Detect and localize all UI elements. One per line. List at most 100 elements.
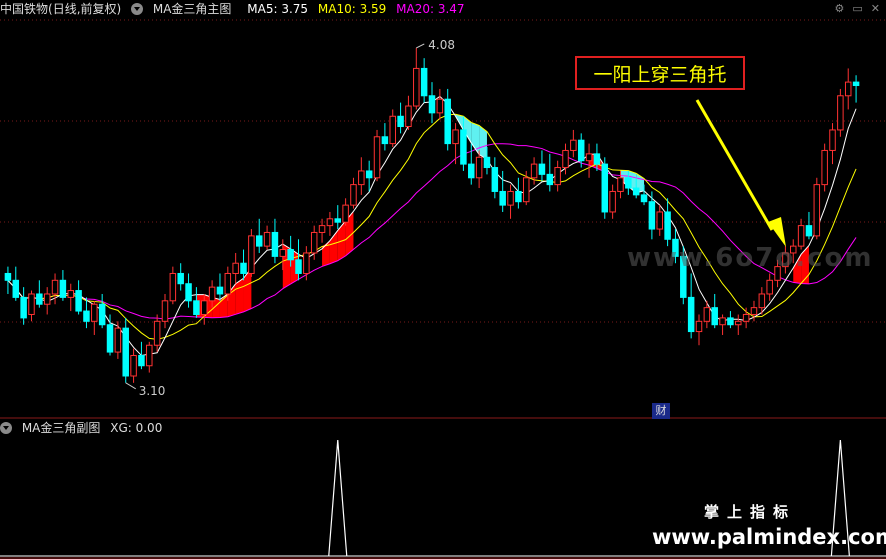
bull-triangle-fill xyxy=(235,278,244,315)
high-price-label: 4.08 xyxy=(428,38,455,52)
candle-body xyxy=(711,307,718,326)
candle-body xyxy=(742,313,750,322)
candle-body xyxy=(240,262,247,274)
candle-body xyxy=(67,290,75,298)
candle-body xyxy=(326,218,334,227)
candle-body xyxy=(232,262,239,274)
candle-body xyxy=(640,194,648,203)
restore-icon[interactable]: ▭ xyxy=(852,2,862,15)
candle-body xyxy=(515,190,522,203)
candle-body xyxy=(593,153,601,165)
candle-body xyxy=(98,303,106,326)
candle-body xyxy=(342,204,349,223)
candle-body xyxy=(169,272,177,302)
candle-body xyxy=(727,317,734,326)
high-marker xyxy=(416,43,425,49)
candle-body xyxy=(193,300,200,315)
candle-body xyxy=(444,98,451,145)
candle-body xyxy=(805,225,813,237)
candle-body xyxy=(138,354,145,367)
candle-body xyxy=(201,300,208,315)
candle-body xyxy=(695,320,703,333)
candle-body xyxy=(153,320,161,346)
candle-body xyxy=(373,136,381,179)
candle-body xyxy=(577,139,585,162)
annotation-box: 一阳上穿三角托 xyxy=(575,56,745,90)
candle-body xyxy=(491,167,499,192)
ma20-line xyxy=(7,143,857,320)
candle-body xyxy=(122,327,129,377)
candle-body xyxy=(570,139,577,151)
candle-body xyxy=(656,211,663,230)
arrow-shaft xyxy=(695,99,774,231)
candle-body xyxy=(530,163,538,179)
candle-body xyxy=(719,317,726,326)
ma5-line xyxy=(7,95,857,357)
candle-body xyxy=(499,190,506,206)
candle-body xyxy=(177,272,184,285)
candle-body xyxy=(420,67,428,97)
sub-indicator-name[interactable]: MA金三角副图 xyxy=(22,421,101,435)
period-label: (日线,前复权) xyxy=(48,2,122,16)
candle-body xyxy=(12,279,20,298)
candle-body xyxy=(648,201,656,230)
candle-body xyxy=(632,187,640,196)
candle-body xyxy=(413,67,420,107)
candle-body xyxy=(185,283,192,302)
candle-body xyxy=(28,293,35,315)
candle-body xyxy=(114,327,122,353)
candle-body xyxy=(452,129,459,145)
candle-body xyxy=(263,231,271,247)
low-marker xyxy=(125,382,136,390)
candle-body xyxy=(554,167,561,186)
candle-body xyxy=(538,163,546,175)
candle-body xyxy=(4,272,12,281)
finance-marker[interactable]: 财 xyxy=(652,403,670,419)
candle-body xyxy=(365,170,373,179)
candle-body xyxy=(664,211,671,240)
candle-body xyxy=(51,279,59,295)
ma5-value: MA5: 3.75 xyxy=(247,2,309,16)
candle-body xyxy=(381,136,389,145)
candle-body xyxy=(43,293,51,305)
candle-body xyxy=(405,105,412,128)
candle-body xyxy=(625,177,632,189)
candle-body xyxy=(475,156,483,179)
sub-indicator-menu-icon[interactable] xyxy=(0,422,12,434)
candle-body xyxy=(271,231,279,257)
watermark-brand: 掌上指标 xyxy=(704,503,797,521)
candle-body xyxy=(130,354,137,377)
window-controls: ⚙ ▭ ✕ xyxy=(827,2,881,15)
candle-body xyxy=(295,259,302,274)
candle-body xyxy=(507,190,514,206)
candle-body xyxy=(750,307,758,315)
candle-body xyxy=(91,303,98,322)
settings-icon[interactable]: ⚙ xyxy=(835,2,845,15)
candle-body xyxy=(585,153,593,162)
main-indicator-name[interactable]: MA金三角主图 xyxy=(153,2,232,16)
candle-body xyxy=(224,272,232,295)
candle-body xyxy=(75,290,82,312)
candle-body xyxy=(428,95,436,114)
candle-body xyxy=(522,177,530,203)
candle-body xyxy=(287,249,294,261)
price-chart[interactable]: 4.08 3.10 xyxy=(0,0,886,559)
indicator-menu-icon[interactable] xyxy=(131,3,144,15)
candle-body xyxy=(813,184,821,237)
candle-body xyxy=(617,177,624,192)
candle-body xyxy=(255,235,263,247)
bull-triangle-fill xyxy=(219,293,228,318)
candle-body xyxy=(350,184,357,206)
candle-body xyxy=(468,163,475,179)
candle-body xyxy=(844,81,852,97)
xg-signal-spike xyxy=(328,439,348,557)
candle-body xyxy=(358,170,365,186)
candle-body xyxy=(837,95,844,131)
candle-body xyxy=(106,324,114,353)
ma10-line xyxy=(7,113,857,340)
candle-body xyxy=(546,173,554,186)
close-icon[interactable]: ✕ xyxy=(871,2,880,15)
candle-body xyxy=(609,190,616,213)
candle-body xyxy=(303,252,310,274)
candle-body xyxy=(216,286,224,295)
